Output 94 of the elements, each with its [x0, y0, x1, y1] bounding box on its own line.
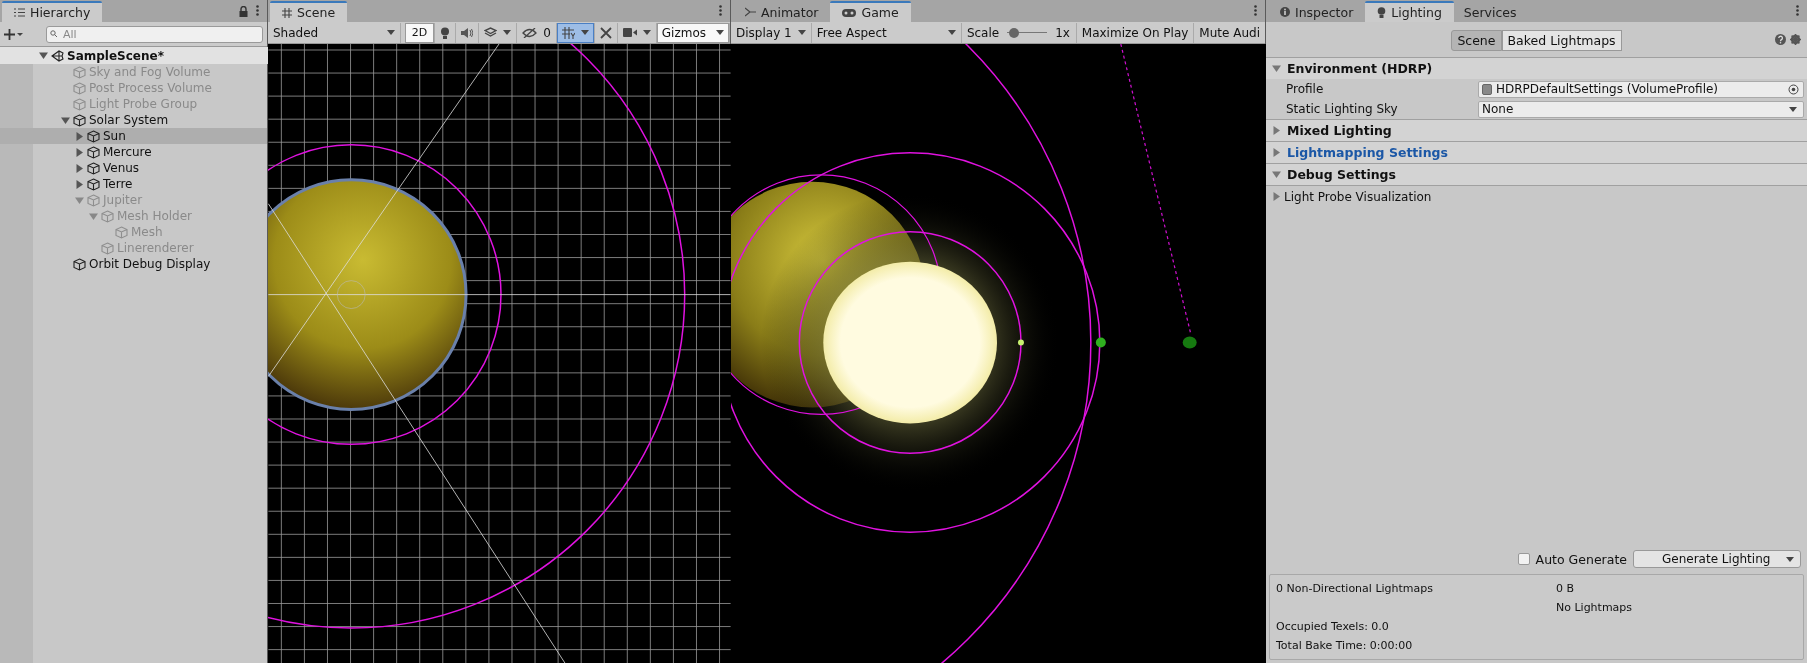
- speaker-icon[interactable]: [461, 27, 474, 38]
- collapsed-arrow-icon[interactable]: [74, 147, 84, 157]
- cube-icon: [87, 145, 100, 159]
- kebab-menu-icon[interactable]: [1254, 5, 1257, 16]
- tree-item[interactable]: Solar System: [0, 112, 267, 128]
- scene-viewport[interactable]: [268, 44, 731, 663]
- cube-icon: [73, 65, 86, 79]
- section-header[interactable]: Environment (HDRP): [1266, 57, 1807, 79]
- tree-item[interactable]: Mercure: [0, 144, 267, 160]
- info-icon: [1280, 7, 1290, 17]
- auto-generate-checkbox[interactable]: [1517, 553, 1530, 565]
- hidden-count: 0: [543, 25, 551, 40]
- video-camera-icon[interactable]: [622, 28, 637, 37]
- scale-slider[interactable]: [1007, 27, 1048, 38]
- search-field[interactable]: All: [46, 25, 263, 43]
- checkbox-label: Auto Generate: [1535, 551, 1627, 567]
- dropdown-field[interactable]: None: [1478, 100, 1804, 118]
- settings-icon[interactable]: [1790, 34, 1801, 45]
- field-label: Profile: [1286, 82, 1325, 96]
- collapsed-arrow-icon[interactable]: [74, 179, 84, 189]
- caret-icon: [947, 30, 956, 35]
- cube-icon: [101, 241, 114, 255]
- help-icon[interactable]: [1775, 34, 1786, 45]
- cube-icon: [87, 161, 100, 175]
- expanded-arrow-icon[interactable]: [60, 115, 70, 125]
- caret-icon: [797, 30, 806, 35]
- cube-icon: [73, 113, 86, 127]
- field-label: Static Lighting Sky: [1286, 102, 1399, 116]
- section-header[interactable]: Debug Settings: [1266, 163, 1807, 185]
- scene-tab[interactable]: Scene: [270, 1, 348, 22]
- generate-lighting-button[interactable]: Generate Lighting: [1633, 550, 1801, 568]
- gizmos-dropdown[interactable]: Gizmos: [656, 22, 730, 43]
- cube-icon: [101, 209, 114, 223]
- cube-icon: [87, 129, 100, 143]
- grid-icon: [561, 26, 575, 39]
- search-icon: [50, 29, 59, 38]
- mode-toggle[interactable]: Baked Lightmaps: [1501, 30, 1622, 51]
- view-tab[interactable]: Animator: [733, 2, 831, 22]
- section-header[interactable]: Lightmapping Settings: [1266, 141, 1807, 163]
- lightbulb-icon: [1377, 7, 1387, 18]
- collapsed-arrow-icon[interactable]: [74, 131, 84, 141]
- tree-item[interactable]: Sun: [0, 128, 267, 144]
- foldout[interactable]: Light Probe Visualization: [1266, 185, 1807, 207]
- lightbulb-icon[interactable]: [440, 26, 451, 39]
- object-field[interactable]: HDRPDefaultSettings (VolumeProfile): [1478, 80, 1804, 98]
- kebab-menu-icon[interactable]: [256, 5, 259, 16]
- panel-tab[interactable]: Services: [1453, 2, 1527, 22]
- cube-icon: [73, 81, 86, 95]
- hierarchy-tab[interactable]: Hierarchy: [2, 1, 103, 22]
- kebab-menu-icon[interactable]: [719, 5, 722, 16]
- collapsed-arrow-icon[interactable]: [74, 163, 84, 173]
- tree-item[interactable]: Terre: [0, 176, 267, 192]
- 2d-toggle[interactable]: 2D: [404, 22, 436, 43]
- layers-icon[interactable]: [484, 27, 498, 38]
- stat-label: 0 Non-Directional Lightmaps: [1276, 582, 1433, 595]
- caret-icon: [716, 30, 724, 35]
- caret-icon: [503, 30, 512, 35]
- tree-item[interactable]: Venus: [0, 160, 267, 176]
- cube-icon: [73, 97, 86, 111]
- cube-icon: [87, 177, 100, 191]
- animator-icon: [745, 7, 756, 17]
- add-icon[interactable]: [4, 28, 24, 40]
- panel-tab[interactable]: Lighting: [1365, 1, 1454, 22]
- list-icon: [14, 8, 25, 17]
- cube-icon: [73, 257, 86, 271]
- gamepad-icon: [842, 8, 857, 17]
- caret-icon: [642, 30, 651, 35]
- cube-icon: [115, 225, 128, 239]
- scene-icon: [51, 49, 64, 62]
- expanded-arrow-icon[interactable]: [38, 51, 48, 60]
- caret-icon: [580, 30, 589, 35]
- caret-icon: [1789, 106, 1797, 112]
- panel-tab[interactable]: Inspector: [1268, 2, 1366, 22]
- tree-item[interactable]: Orbit Debug Display: [0, 256, 267, 272]
- stat-value: No Lightmaps: [1556, 601, 1633, 614]
- kebab-menu-icon[interactable]: [1796, 5, 1799, 16]
- caret-icon: [386, 30, 395, 35]
- stat-label: Total Bake Time: 0:00:00: [1276, 639, 1413, 652]
- grid-button[interactable]: [556, 22, 595, 43]
- cube-icon: [87, 193, 100, 207]
- stat-value: 0 B: [1556, 582, 1575, 595]
- mode-toggle[interactable]: Scene: [1451, 30, 1502, 51]
- grid-icon: [282, 7, 292, 18]
- target-icon[interactable]: [1788, 83, 1799, 95]
- lock-icon[interactable]: [239, 6, 248, 17]
- scale-label: Scale: [966, 25, 1000, 40]
- section-header[interactable]: Mixed Lighting: [1266, 119, 1807, 141]
- view-tab[interactable]: Game: [830, 1, 911, 22]
- asset-icon: [1482, 83, 1492, 95]
- slider-thumb[interactable]: [1008, 27, 1019, 38]
- scale-value: 1x: [1055, 25, 1070, 40]
- stat-label: Occupied Texels: 0.0: [1276, 620, 1389, 633]
- caret-icon: [1786, 556, 1794, 562]
- hidden-eye-icon[interactable]: [522, 27, 538, 38]
